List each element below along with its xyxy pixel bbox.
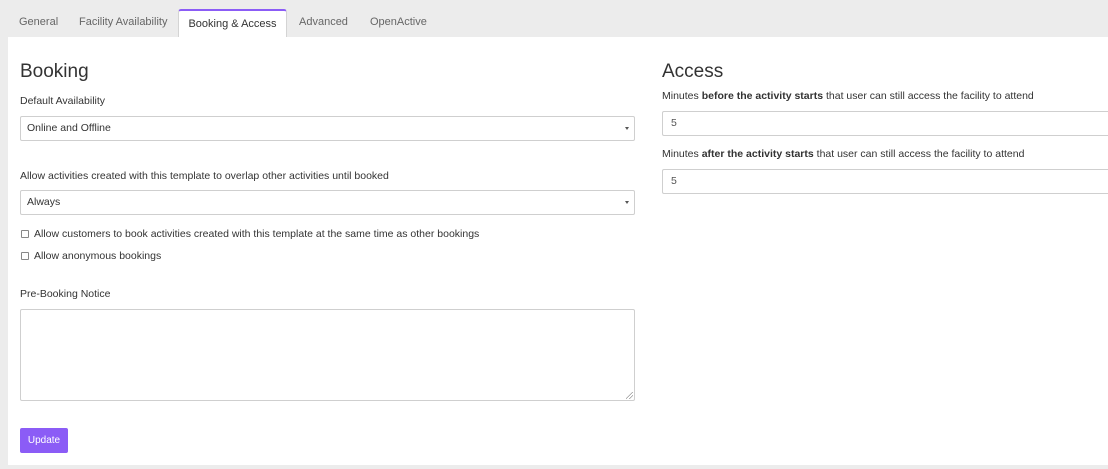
- minutes-after-suffix: that user can still access the facility …: [813, 148, 1025, 160]
- tab-openactive[interactable]: OpenActive: [370, 8, 427, 37]
- minutes-after-prefix: Minutes: [662, 148, 702, 160]
- tab-booking-access[interactable]: Booking & Access: [178, 9, 287, 37]
- default-availability-select[interactable]: Online and Offline: [20, 116, 635, 141]
- chevron-down-icon: [625, 201, 629, 204]
- update-button[interactable]: Update: [20, 428, 68, 453]
- minutes-before-input[interactable]: 5: [662, 111, 1108, 136]
- minutes-after-input[interactable]: 5: [662, 169, 1108, 194]
- minutes-before-prefix: Minutes: [662, 90, 702, 102]
- pre-booking-notice-label: Pre-Booking Notice: [20, 288, 111, 300]
- minutes-after-label: Minutes after the activity starts that u…: [662, 148, 1024, 160]
- minutes-after-emphasis: after the activity starts: [701, 148, 814, 160]
- same-time-checkbox[interactable]: [21, 230, 29, 238]
- resize-grip-icon[interactable]: [626, 392, 633, 399]
- settings-panel: Booking Default Availability Online and …: [8, 37, 1108, 465]
- booking-heading: Booking: [20, 61, 89, 82]
- tab-facility-availability[interactable]: Facility Availability: [79, 8, 167, 37]
- minutes-before-label: Minutes before the activity starts that …: [662, 90, 1034, 102]
- tab-bar: General Facility Availability Booking & …: [0, 0, 1108, 37]
- default-availability-value: Online and Offline: [27, 122, 111, 134]
- same-time-checkbox-label[interactable]: Allow customers to book activities creat…: [34, 228, 479, 240]
- tab-advanced[interactable]: Advanced: [299, 8, 348, 37]
- anonymous-checkbox[interactable]: [21, 252, 29, 260]
- minutes-before-suffix: that user can still access the facility …: [823, 90, 1034, 102]
- chevron-down-icon: [625, 127, 629, 130]
- access-heading: Access: [662, 61, 724, 82]
- minutes-before-emphasis: before the activity starts: [701, 90, 824, 102]
- pre-booking-notice-textarea[interactable]: [20, 309, 635, 401]
- anonymous-checkbox-label[interactable]: Allow anonymous bookings: [34, 250, 161, 262]
- overlap-label: Allow activities created with this templ…: [20, 170, 389, 182]
- overlap-select[interactable]: Always: [20, 190, 635, 215]
- tab-general[interactable]: General: [19, 8, 58, 37]
- default-availability-label: Default Availability: [20, 95, 106, 107]
- overlap-value: Always: [27, 196, 61, 208]
